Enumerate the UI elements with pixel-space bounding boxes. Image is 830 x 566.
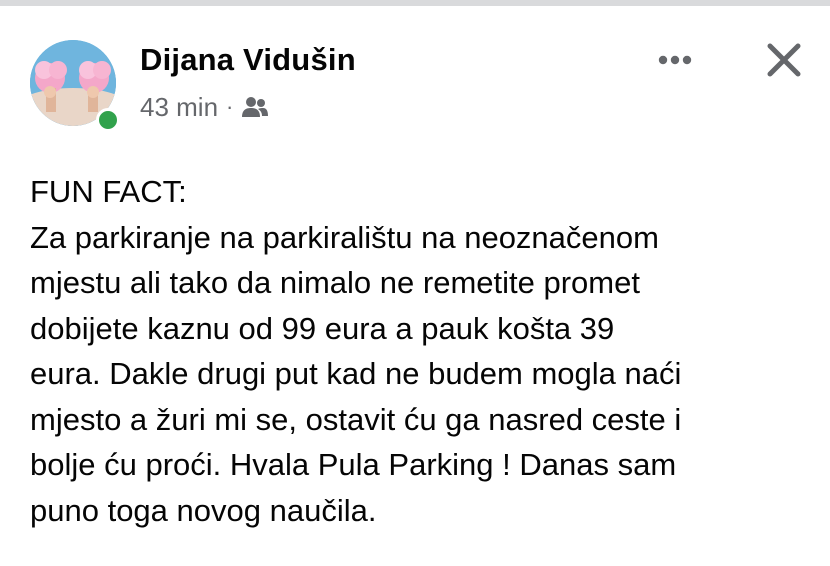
post-text-line: bolje ću proći. Hvala Pula Parking ! Dan… bbox=[30, 447, 677, 482]
post-text-line: dobijete kaznu od 99 eura a pauk košta 3… bbox=[30, 310, 615, 346]
more-horizontal-icon bbox=[658, 55, 692, 65]
post-meta: 43 min · bbox=[140, 92, 269, 122]
post-text: FUN FACT: Za parkiranje na parkiralištu … bbox=[30, 169, 820, 533]
close-button[interactable] bbox=[762, 38, 806, 82]
author-name[interactable]: Dijana Vidušin bbox=[140, 42, 356, 78]
online-status-indicator bbox=[96, 108, 120, 132]
post-text-line: mjesto a žuri mi se, ostavit ću ga nasre… bbox=[30, 401, 682, 437]
post-text-line: eura. Dakle drugi put kad ne budem mogla… bbox=[30, 356, 682, 391]
post-timestamp[interactable]: 43 min bbox=[140, 92, 218, 123]
post-text-line: FUN FACT: bbox=[30, 174, 187, 209]
post-card: Dijana Vidušin 43 min · FUN FACT: Za par… bbox=[0, 6, 830, 566]
meta-separator: · bbox=[226, 94, 234, 119]
post-text-line: puno toga novog naučila. bbox=[30, 492, 377, 528]
close-icon bbox=[767, 43, 801, 77]
friends-icon[interactable] bbox=[241, 96, 269, 118]
more-options-button[interactable] bbox=[652, 42, 698, 78]
post-text-line: mjestu ali tako da nimalo ne remetite pr… bbox=[30, 265, 640, 300]
post-text-line: Za parkiranje na parkiralištu na neoznač… bbox=[30, 219, 659, 255]
